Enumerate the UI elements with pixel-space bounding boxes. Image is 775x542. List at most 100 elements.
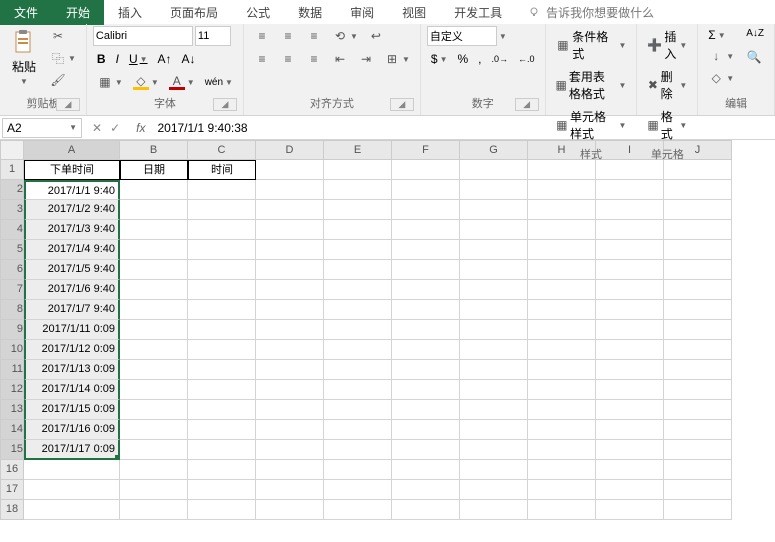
cell[interactable] [460,340,528,360]
cell[interactable] [256,360,324,380]
merge-button[interactable]: ⊞▼ [380,49,414,69]
cell[interactable] [460,360,528,380]
cell[interactable]: 2017/1/11 0:09 [24,320,120,340]
cell[interactable] [188,220,256,240]
cell[interactable]: 2017/1/7 9:40 [24,300,120,320]
cell[interactable] [24,500,120,520]
cell[interactable] [256,400,324,420]
cell[interactable] [460,200,528,220]
comma-button[interactable]: , [474,50,485,68]
align-bottom-button[interactable]: ≡ [302,26,326,46]
cell[interactable] [460,280,528,300]
row-header[interactable]: 6 [0,260,24,280]
cell[interactable] [324,480,392,500]
cell[interactable] [256,460,324,480]
cell[interactable] [528,280,596,300]
cell[interactable] [596,360,664,380]
cell[interactable] [120,340,188,360]
cell[interactable] [528,480,596,500]
decrease-decimal-button[interactable]: ←.0 [514,52,539,66]
cell[interactable] [256,480,324,500]
cell[interactable] [324,300,392,320]
dialog-launcher-icon[interactable]: ◢ [390,98,414,111]
cell[interactable] [596,480,664,500]
cell[interactable] [528,400,596,420]
cell[interactable] [188,340,256,360]
row-header[interactable]: 13 [0,400,24,420]
tab-insert[interactable]: 插入 [104,0,156,25]
column-header-D[interactable]: D [256,140,324,160]
cell[interactable] [528,380,596,400]
cell[interactable] [120,440,188,460]
row-header[interactable]: 1 [0,160,24,180]
cell[interactable] [596,180,664,200]
cell[interactable] [664,180,732,200]
row-header[interactable]: 4 [0,220,24,240]
cell[interactable] [120,180,188,200]
number-format-combo[interactable] [427,26,497,46]
cell[interactable]: 下单时间 [24,160,120,180]
column-header-E[interactable]: E [324,140,392,160]
row-header[interactable]: 2 [0,180,24,200]
align-center-button[interactable]: ≡ [276,49,300,69]
cell[interactable] [460,400,528,420]
row-header[interactable]: 9 [0,320,24,340]
row-header[interactable]: 7 [0,280,24,300]
cell[interactable] [256,200,324,220]
row-header[interactable]: 5 [0,240,24,260]
cell-styles-button[interactable]: ▦单元格样式▼ [552,106,631,144]
cell[interactable] [120,460,188,480]
cell[interactable] [392,320,460,340]
align-top-button[interactable]: ≡ [250,26,274,46]
cell[interactable]: 2017/1/2 9:40 [24,200,120,220]
cell[interactable] [392,300,460,320]
column-header-G[interactable]: G [460,140,528,160]
cell[interactable] [460,160,528,180]
cell[interactable]: 2017/1/3 9:40 [24,220,120,240]
cell[interactable] [324,260,392,280]
cell[interactable] [664,300,732,320]
cell[interactable] [664,500,732,520]
cell[interactable] [392,380,460,400]
phonetic-button[interactable]: wén▼ [201,75,237,90]
cell[interactable] [256,440,324,460]
conditional-format-button[interactable]: ▦条件格式▼ [552,26,631,64]
orientation-button[interactable]: ⟲▼ [328,26,362,46]
cell[interactable] [324,360,392,380]
cell[interactable] [596,460,664,480]
cell[interactable]: 2017/1/1 9:40 [24,180,120,200]
cell[interactable] [392,440,460,460]
cell[interactable] [528,460,596,480]
cell[interactable] [392,160,460,180]
border-button[interactable]: ▦▼ [93,72,127,92]
dialog-launcher-icon[interactable]: ◢ [56,98,80,111]
cell[interactable] [392,200,460,220]
cell[interactable] [324,200,392,220]
cell[interactable] [324,320,392,340]
cell[interactable] [392,420,460,440]
cell[interactable] [188,260,256,280]
tab-file[interactable]: 文件 [0,0,52,25]
cell[interactable]: 2017/1/12 0:09 [24,340,120,360]
format-cells-button[interactable]: ▦格式▼ [643,106,691,144]
clear-button[interactable]: ◇▼ [704,68,738,88]
row-header[interactable]: 14 [0,420,24,440]
cell[interactable] [256,160,324,180]
increase-font-button[interactable]: A↑ [154,50,176,68]
row-header[interactable]: 10 [0,340,24,360]
tab-review[interactable]: 审阅 [336,0,388,25]
find-select-button[interactable]: 🔍 [742,47,768,67]
cell[interactable] [664,320,732,340]
cell[interactable] [188,180,256,200]
cell[interactable] [460,500,528,520]
cell[interactable] [324,460,392,480]
insert-cells-button[interactable]: ➕插入▼ [643,26,691,64]
row-header[interactable]: 18 [0,500,24,520]
decrease-font-button[interactable]: A↓ [178,50,200,68]
cell[interactable] [528,360,596,380]
cell[interactable] [528,240,596,260]
cell[interactable] [188,280,256,300]
cell[interactable] [324,340,392,360]
tell-me-search[interactable]: 告诉我你想要做什么 [526,4,654,21]
cut-button[interactable]: ✂ [46,26,80,46]
